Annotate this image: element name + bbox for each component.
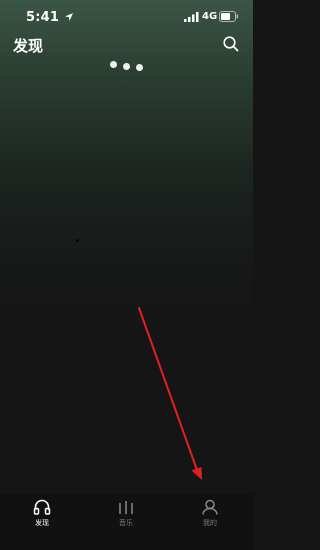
music-bars-icon <box>119 501 133 514</box>
annotation-arrow <box>138 307 202 480</box>
carousel-indicator <box>108 60 148 71</box>
app-screen: 5:41 4G 发现 发现 音乐 我的 <box>0 0 253 550</box>
tab-label: 我的 <box>203 519 217 527</box>
carousel-dot[interactable] <box>136 64 143 71</box>
tab-discover[interactable]: 发现 <box>0 494 84 550</box>
cellular-signal-icon <box>184 12 199 22</box>
stray-speck <box>76 239 79 242</box>
person-icon <box>202 499 218 515</box>
tab-label: 发现 <box>35 519 49 527</box>
location-arrow-icon <box>65 13 73 21</box>
carousel-dot[interactable] <box>123 63 130 70</box>
carousel-dot[interactable] <box>110 61 117 68</box>
tab-music[interactable]: 音乐 <box>84 494 168 550</box>
bottom-tab-bar: 发现 音乐 我的 <box>0 494 253 550</box>
network-type: 4G <box>202 11 218 22</box>
status-time: 5:41 <box>26 10 60 25</box>
page-title: 发现 <box>13 37 44 55</box>
search-icon <box>223 36 239 52</box>
headphones-icon <box>33 499 51 515</box>
search-button[interactable] <box>222 35 240 53</box>
battery-icon <box>219 11 238 22</box>
tab-mine[interactable]: 我的 <box>168 494 252 550</box>
status-bar: 5:41 4G <box>0 0 253 34</box>
tab-label: 音乐 <box>119 519 133 527</box>
